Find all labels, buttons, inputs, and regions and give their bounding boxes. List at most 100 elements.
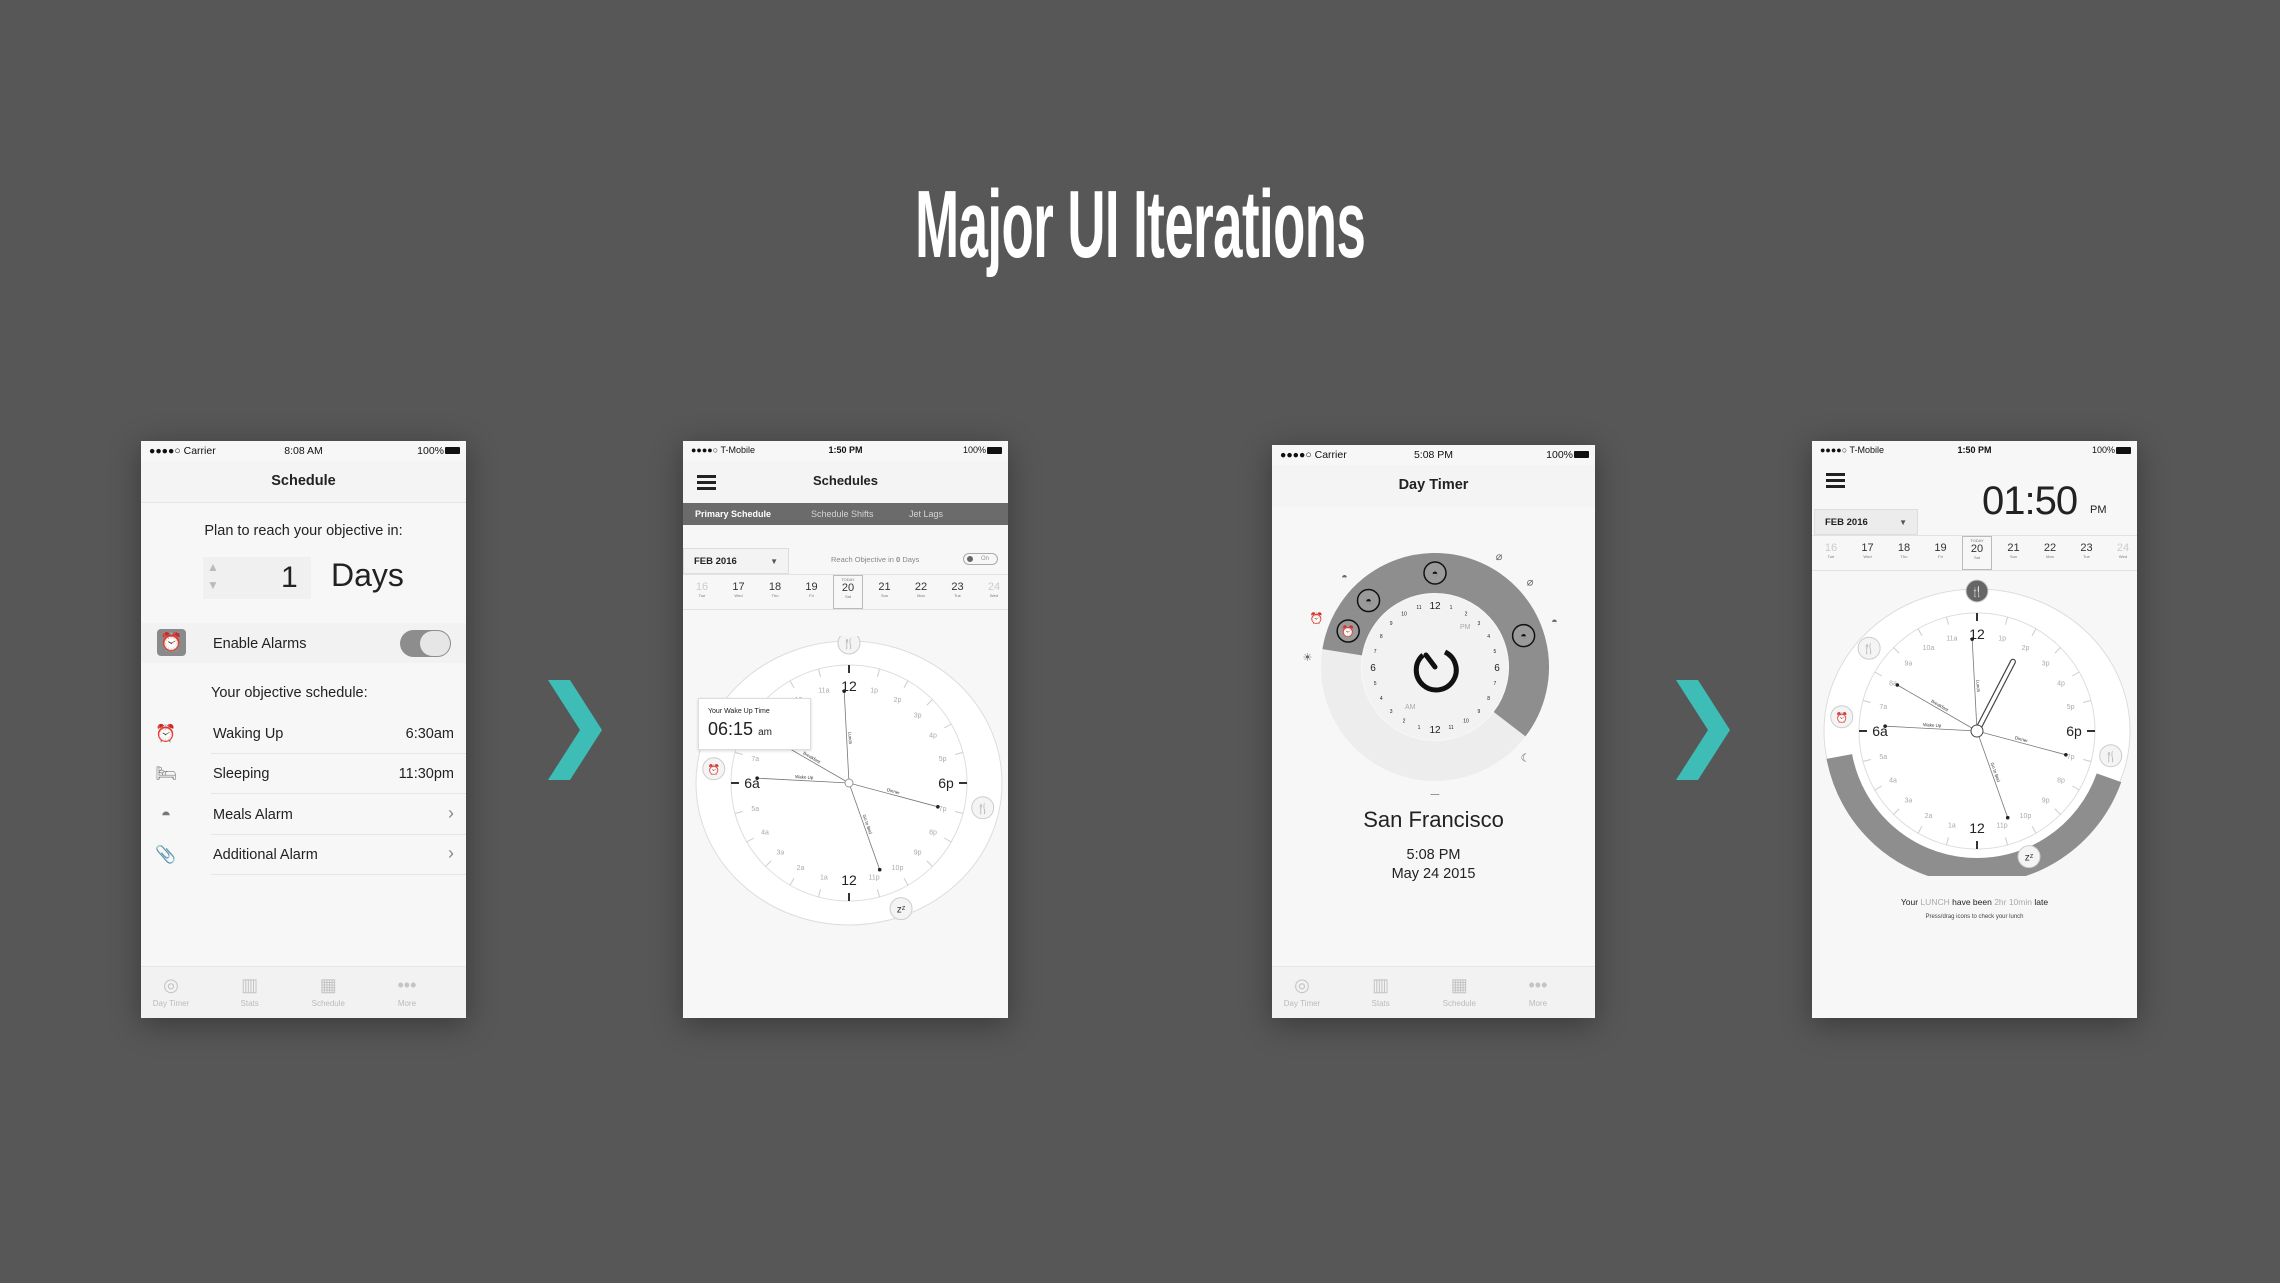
objective-label: Your objective schedule:: [211, 685, 368, 701]
date-day: 20: [1970, 543, 1984, 555]
paperclip-icon: ⌀: [1496, 551, 1503, 563]
hour-label: 5a: [1879, 754, 1887, 761]
schedule-tabs: Primary Schedule Schedule Shifts Jet Lag…: [683, 503, 1008, 525]
schedule-row[interactable]: ◓ Meals Alarm ›: [141, 795, 466, 835]
hour-label: 7p: [2067, 754, 2075, 761]
date-day: 24: [987, 581, 1001, 593]
tab-bar: ◎ Day Timer ▥ Stats ▦ Schedule ••• More: [1272, 966, 1595, 1018]
enable-alarms-label: Enable Alarms: [213, 636, 307, 652]
hour-label: 6p: [2066, 723, 2082, 739]
reach-toggle[interactable]: On: [963, 553, 998, 565]
status-time: 1:50 PM: [828, 445, 863, 455]
arrow-head: [1970, 637, 1974, 641]
month-label: FEB 2016: [694, 556, 737, 567]
tab-more[interactable]: ••• More: [377, 971, 437, 1008]
date-cell[interactable]: 17 Wed: [724, 581, 754, 598]
tab-stats[interactable]: ▥ Stats: [220, 971, 280, 1008]
dial-label: 7: [1493, 681, 1496, 687]
date-cell[interactable]: 19 Fri: [1926, 542, 1956, 559]
hamburger-menu-icon[interactable]: [1826, 473, 1845, 488]
date-cell[interactable]: 16 Tue: [687, 581, 717, 598]
days-stepper[interactable]: ▲ ▼ 1: [203, 557, 311, 599]
dial-label: 4: [1380, 696, 1383, 702]
schedule-row[interactable]: 📎 Additional Alarm ›: [141, 835, 466, 875]
tab-label: Schedule: [1442, 999, 1476, 1008]
month-dropdown[interactable]: FEB 2016 ▼: [1814, 509, 1918, 535]
date-day: 16: [695, 581, 709, 593]
date-day: 22: [914, 581, 928, 593]
date-cell[interactable]: TODAY 20 Sat: [1962, 536, 1992, 570]
date-day: 24: [2116, 542, 2130, 554]
date-day: 16: [1824, 542, 1838, 554]
arrow-label: Lunch: [1975, 680, 1981, 693]
msg-meal: LUNCH: [1920, 897, 1950, 907]
alarm-clock-icon: ⏰: [157, 629, 186, 656]
schedule-row[interactable]: 🛏 Sleeping 11:30pm: [141, 754, 466, 794]
dial-label: 10: [1401, 611, 1407, 617]
tab-schedule-shifts[interactable]: Schedule Shifts: [811, 509, 874, 519]
clock-hub: [1970, 724, 1984, 738]
tab-schedule[interactable]: ▦ Schedule: [298, 971, 358, 1008]
tab-primary-schedule[interactable]: Primary Schedule: [695, 509, 771, 519]
date-dow: Thu: [1900, 554, 1908, 559]
row-value: ›: [448, 843, 454, 863]
tab-day-timer[interactable]: ◎ Day Timer: [1272, 971, 1332, 1008]
alarm-icon-glyph: ⏰: [1836, 711, 1848, 724]
battery-percent: 100%: [417, 445, 444, 457]
date-cell[interactable]: 21 Sun: [870, 581, 900, 598]
meal-icon-glyph: 🍴: [976, 802, 988, 815]
meal-icon-glyph: 🍴: [1863, 642, 1875, 655]
date-cell[interactable]: 18 Thu: [760, 581, 790, 598]
date-cell[interactable]: 22 Mon: [906, 581, 936, 598]
status-bar: ●●●●○ Carrier 5:08 PM 100%: [1272, 445, 1595, 465]
month-dropdown[interactable]: FEB 2016 ▼: [683, 548, 789, 574]
alarm-icon-glyph: ⏰: [708, 763, 720, 776]
hour-label: 7a: [751, 756, 759, 763]
date-cell[interactable]: 16 Tue: [1816, 542, 1846, 559]
schedule-clock[interactable]: 12 1p2p3p4p5p6p7p8p9p10p11p121a2a3a4a5a6a…: [1812, 576, 2137, 876]
arrow-head: [2005, 815, 2010, 820]
date-cell[interactable]: 24 Wed: [2108, 542, 2137, 559]
date-cell[interactable]: 23 Tue: [943, 581, 973, 598]
tab-schedule[interactable]: ▦ Schedule: [1429, 971, 1489, 1008]
date-cell[interactable]: 23 Tue: [2072, 542, 2102, 559]
enable-alarms-toggle[interactable]: [400, 630, 451, 657]
schedule-clock[interactable]: 12 1p2p3p4p5p6p7p8p9p10p11p121a2a3a4a5a6a…: [683, 636, 1008, 936]
date-cell[interactable]: TODAY 20 Sat: [833, 575, 863, 609]
header-title: Schedules: [812, 473, 879, 488]
date-cell[interactable]: 18 Thu: [1889, 542, 1919, 559]
arrow-label: Wake Up: [795, 774, 814, 780]
tab-stats[interactable]: ▥ Stats: [1351, 971, 1411, 1008]
date-dow: Wed: [2118, 554, 2128, 559]
tab-more[interactable]: ••• More: [1508, 971, 1568, 1008]
date-dow: Tue: [698, 593, 706, 598]
row-value: 11:30pm: [398, 766, 454, 782]
date-dow: Mon: [2046, 554, 2054, 559]
date-cell[interactable]: 19 Fri: [797, 581, 827, 598]
month-label: FEB 2016: [1825, 517, 1868, 528]
next-arrow-icon: [1676, 680, 1730, 780]
dial-label: 5: [1493, 649, 1496, 655]
dial-label: 10: [1463, 719, 1469, 725]
date-dow: Fri: [1938, 554, 1943, 559]
dial-label: 3: [1390, 709, 1393, 715]
days-value[interactable]: 1: [281, 561, 298, 595]
dropdown-arrow-icon: ▼: [770, 557, 778, 566]
tab-day-timer[interactable]: ◎ Day Timer: [141, 971, 201, 1008]
schedule-row[interactable]: ⏰ Waking Up 6:30am: [141, 714, 466, 754]
date-day: 23: [2080, 542, 2093, 554]
date-day: 18: [1897, 542, 1911, 554]
dial-label: 11: [1448, 725, 1453, 731]
date-cell[interactable]: 17 Wed: [1853, 542, 1883, 559]
stepper-down-icon[interactable]: ▼: [207, 578, 219, 592]
day-timer-dial[interactable]: 12 1234567891011121234567891011PMAM◓◓◓⏰◓◓…: [1272, 545, 1595, 795]
status-bar: ●●●●○ Carrier 8:08 AM 100%: [141, 441, 466, 461]
hour-label: 4a: [761, 830, 769, 837]
meal-marker-icon: ◓: [1551, 616, 1558, 628]
date-cell[interactable]: 21 Sun: [1999, 542, 2029, 559]
tab-jet-lags[interactable]: Jet Lags: [909, 509, 943, 519]
paperclip-icon: ⌀: [1527, 576, 1534, 588]
stepper-up-icon[interactable]: ▲: [207, 560, 219, 574]
date-cell[interactable]: 22 Mon: [2035, 542, 2065, 559]
date-cell[interactable]: 24 Wed: [979, 581, 1008, 598]
